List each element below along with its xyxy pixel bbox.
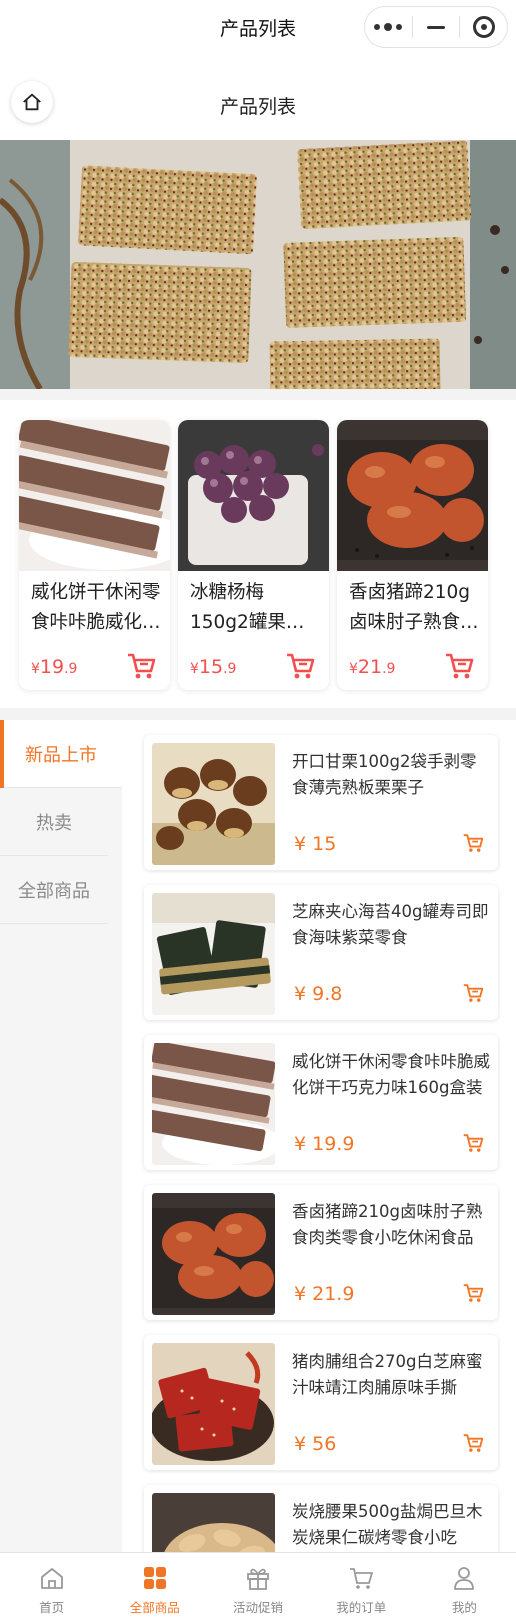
sidebar-item-all[interactable]: 全部商品 [0, 856, 108, 924]
add-to-cart-icon[interactable] [285, 652, 315, 680]
gift-icon [247, 1568, 269, 1590]
add-to-cart-icon[interactable] [462, 1433, 484, 1453]
banner-image [0, 140, 516, 389]
featured-card[interactable]: 香卤猪蹄210g卤味肘子熟食肉类 ¥21.9 [337, 420, 488, 690]
cart-icon [350, 1568, 374, 1589]
tab-label: 首页 [39, 1600, 65, 1615]
featured-card[interactable]: 冰糖杨梅150g2罐果脯清甜蜜饯 ¥15.9 [178, 420, 329, 690]
tab-label: 全部商品 [129, 1600, 180, 1615]
minimize-button[interactable] [413, 7, 460, 47]
product-name: 开口甘栗100g2袋手剥零食薄壳熟板栗栗子 [292, 752, 477, 797]
product-price: ¥ 15 [294, 833, 337, 855]
featured-price: ¥15.9 [190, 656, 237, 678]
tab-label: 活动促销 [233, 1600, 284, 1615]
promo-banner[interactable] [0, 140, 516, 389]
close-target-icon [472, 16, 495, 38]
user-icon [454, 1567, 475, 1590]
sidebar-item-hot[interactable]: 热卖 [0, 788, 108, 856]
add-to-cart-icon[interactable] [126, 652, 156, 680]
tab-label: 我的订单 [336, 1600, 387, 1615]
list-item[interactable]: 开口甘栗100g2袋手剥零食薄壳熟板栗栗子 ¥ 15 [144, 735, 498, 870]
add-to-cart-icon[interactable] [462, 1133, 484, 1153]
close-button[interactable] [460, 7, 507, 47]
featured-card[interactable]: 威化饼干休闲零食咔咔脆威化饼干巧克力味 ¥19.9 [19, 420, 170, 690]
product-image [152, 1343, 275, 1465]
product-price: ¥ 21.9 [294, 1283, 355, 1305]
tab-profile[interactable]: 我的 [413, 1553, 516, 1618]
list-item[interactable]: 猪肉脯组合270g白芝麻蜜汁味靖江肉脯原味手撕 ¥ 56 [144, 1335, 498, 1470]
bayberry-image [178, 420, 329, 571]
add-to-cart-icon[interactable] [444, 652, 474, 680]
product-image [152, 893, 275, 1015]
featured-price: ¥19.9 [31, 656, 78, 678]
tab-label: 我的 [451, 1600, 477, 1615]
tab-promotions[interactable]: 活动促销 [206, 1553, 309, 1618]
more-button[interactable] [365, 7, 412, 47]
tab-orders[interactable]: 我的订单 [310, 1553, 413, 1618]
list-item[interactable]: 威化饼干休闲零食咔咔脆威化饼干巧克力味160g盒装 ¥ 19.9 [144, 1035, 498, 1170]
list-item[interactable]: 香卤猪蹄210g卤味肘子熟食肉类零食小吃休闲食品 ¥ 21.9 [144, 1185, 498, 1320]
list-item[interactable]: 炭烧腰果500g盐焗巴旦木炭烧果仁碳烤零食小吃 [144, 1485, 498, 1552]
add-to-cart-icon[interactable] [462, 833, 484, 853]
featured-price: ¥21.9 [349, 656, 396, 678]
more-dots-icon [374, 23, 403, 31]
page-title: 产品列表 [219, 96, 296, 118]
page-header: 产品列表 [0, 56, 516, 140]
product-image [152, 1493, 275, 1552]
page: 产品列表 产品列表 威化饼干休闲零食咔咔脆威化饼 ¥19.9 冰糖杨梅150g2… [0, 0, 516, 1618]
product-name: 芝麻夹心海苔40g罐寿司即食海味紫菜零食 [292, 902, 489, 947]
product-name: 炭烧腰果500g盐焗巴旦木炭烧果仁碳烤零食小吃 [292, 1502, 483, 1547]
bottom-tab-bar: 首页 全部商品 活动促销 我的订单 我的 [0, 1552, 516, 1618]
tab-all-products[interactable]: 全部商品 [103, 1553, 206, 1618]
featured-name: 威化饼干休闲零食咔咔脆威化饼干巧克力味 [31, 582, 161, 633]
tab-home[interactable]: 首页 [0, 1553, 103, 1618]
product-image [152, 743, 275, 865]
product-image [152, 1043, 275, 1165]
add-to-cart-icon[interactable] [462, 1283, 484, 1303]
wafer-image [19, 420, 170, 571]
add-to-cart-icon[interactable] [462, 983, 484, 1003]
grid-icon [143, 1567, 166, 1589]
home-icon [40, 1568, 63, 1589]
mini-program-capsule [364, 6, 508, 48]
product-price: ¥ 19.9 [294, 1133, 355, 1155]
product-name: 威化饼干休闲零食咔咔脆威化饼干巧克力味160g盒装 [292, 1052, 490, 1097]
pork-trotter-image [337, 420, 488, 571]
product-name: 猪肉脯组合270g白芝麻蜜汁味靖江肉脯原味手撕 [292, 1352, 483, 1397]
list-item[interactable]: 芝麻夹心海苔40g罐寿司即食海味紫菜零食 ¥ 9.8 [144, 885, 498, 1020]
featured-section: 威化饼干休闲零食咔咔脆威化饼干巧克力味 ¥19.9 [0, 400, 516, 708]
product-price: ¥ 9.8 [294, 983, 343, 1005]
featured-name: 冰糖杨梅150g2罐果脯清甜蜜饯 [190, 582, 305, 633]
sidebar-item-new[interactable]: 新品上市 [0, 720, 122, 788]
category-sidebar: 新品上市 热卖 全部商品 [0, 720, 122, 1552]
minimize-icon [427, 25, 445, 29]
product-name: 香卤猪蹄210g卤味肘子熟食肉类零食小吃休闲食品 [292, 1202, 483, 1247]
window-titlebar: 产品列表 [0, 0, 516, 56]
product-image [152, 1193, 275, 1315]
product-price: ¥ 56 [294, 1433, 337, 1455]
featured-name: 香卤猪蹄210g卤味肘子熟食肉类 [349, 582, 479, 633]
product-list: 开口甘栗100g2袋手剥零食薄壳熟板栗栗子 ¥ 15 芝麻夹心海苔40g罐寿司即… [122, 720, 516, 1552]
